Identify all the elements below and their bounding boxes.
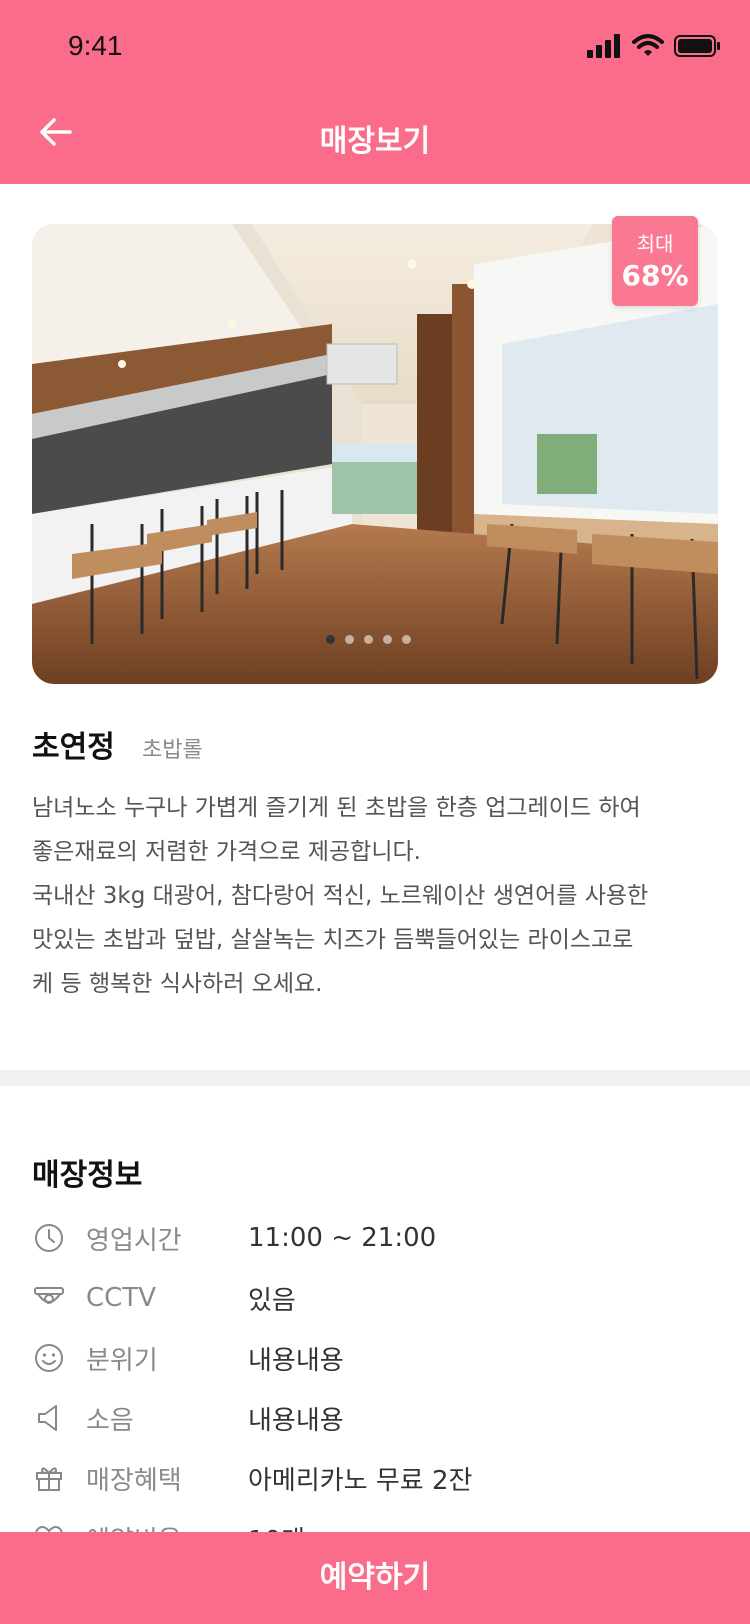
battery-icon: [674, 35, 720, 57]
info-value: 11:00 ~ 21:00: [248, 1223, 437, 1253]
carousel-dot[interactable]: [402, 635, 411, 644]
status-time: 9:41: [68, 30, 123, 61]
speaker-icon: [38, 1405, 57, 1431]
description-line: 맛있는 초밥과 덮밥, 살살녹는 치즈가 듬뿍들어있는 라이스고로: [32, 927, 634, 953]
description-line: 국내산 3kg 대광어, 참다랑어 적신, 노르웨이산 생연어를 사용한: [32, 883, 649, 909]
store-category: 초밥롤: [142, 738, 203, 763]
info-label: CCTV: [86, 1283, 156, 1313]
cctv-icon: [34, 1287, 64, 1304]
info-row-cctv: CCTV 있음: [32, 1278, 296, 1318]
store-name: 초연정: [32, 730, 115, 765]
clock-icon: [35, 1224, 63, 1252]
info-row-hours: 영업시간 11:00 ~ 21:00: [32, 1218, 436, 1258]
carousel-dot[interactable]: [383, 635, 392, 644]
info-value: 내용내용: [248, 1405, 344, 1436]
smile-icon: [35, 1344, 63, 1372]
app-header: 9:41 매장보기: [0, 0, 750, 184]
description-line: 좋은재료의 저렴한 가격으로 제공합니다.: [32, 839, 421, 865]
status-icons: [586, 32, 722, 60]
info-row-noise: 소음 내용내용: [32, 1398, 344, 1438]
info-section-title: 매장정보: [32, 1158, 143, 1193]
section-divider: [0, 1070, 750, 1086]
info-label: 영업시간: [86, 1225, 182, 1256]
description-line: 남녀노소 누구나 가볍게 즐기게 된 초밥을 한층 업그레이드 하여: [32, 795, 641, 821]
carousel-dot[interactable]: [345, 635, 354, 644]
info-row-mood: 분위기 내용내용: [32, 1338, 344, 1378]
store-description: 남녀노소 누구나 가볍게 즐기게 된 초밥을 한층 업그레이드 하여 좋은재료의…: [32, 786, 722, 1006]
reserve-button[interactable]: 예약하기: [0, 1532, 750, 1624]
carousel-dot[interactable]: [326, 635, 335, 644]
carousel-dot[interactable]: [364, 635, 373, 644]
badge-value: 68%: [621, 259, 689, 292]
signal-icon: [587, 34, 620, 58]
info-label: 분위기: [86, 1345, 158, 1376]
page-title: 매장보기: [319, 124, 431, 159]
info-value: 있음: [248, 1285, 296, 1316]
info-value: 내용내용: [248, 1345, 344, 1376]
badge-label: 최대: [636, 232, 674, 256]
wifi-icon: [632, 34, 664, 56]
gift-icon: [36, 1467, 62, 1491]
info-label: 소음: [86, 1405, 134, 1436]
carousel-indicator: [326, 635, 411, 644]
description-line: 케 등 행복한 식사하러 오세요.: [32, 971, 323, 997]
info-label: 매장혜택: [86, 1465, 182, 1496]
info-row-benefit: 매장혜택 아메리카노 무료 2잔: [32, 1458, 472, 1498]
max-discount-badge: 최대 68%: [612, 216, 698, 306]
info-value: 아메리카노 무료 2잔: [248, 1465, 473, 1496]
